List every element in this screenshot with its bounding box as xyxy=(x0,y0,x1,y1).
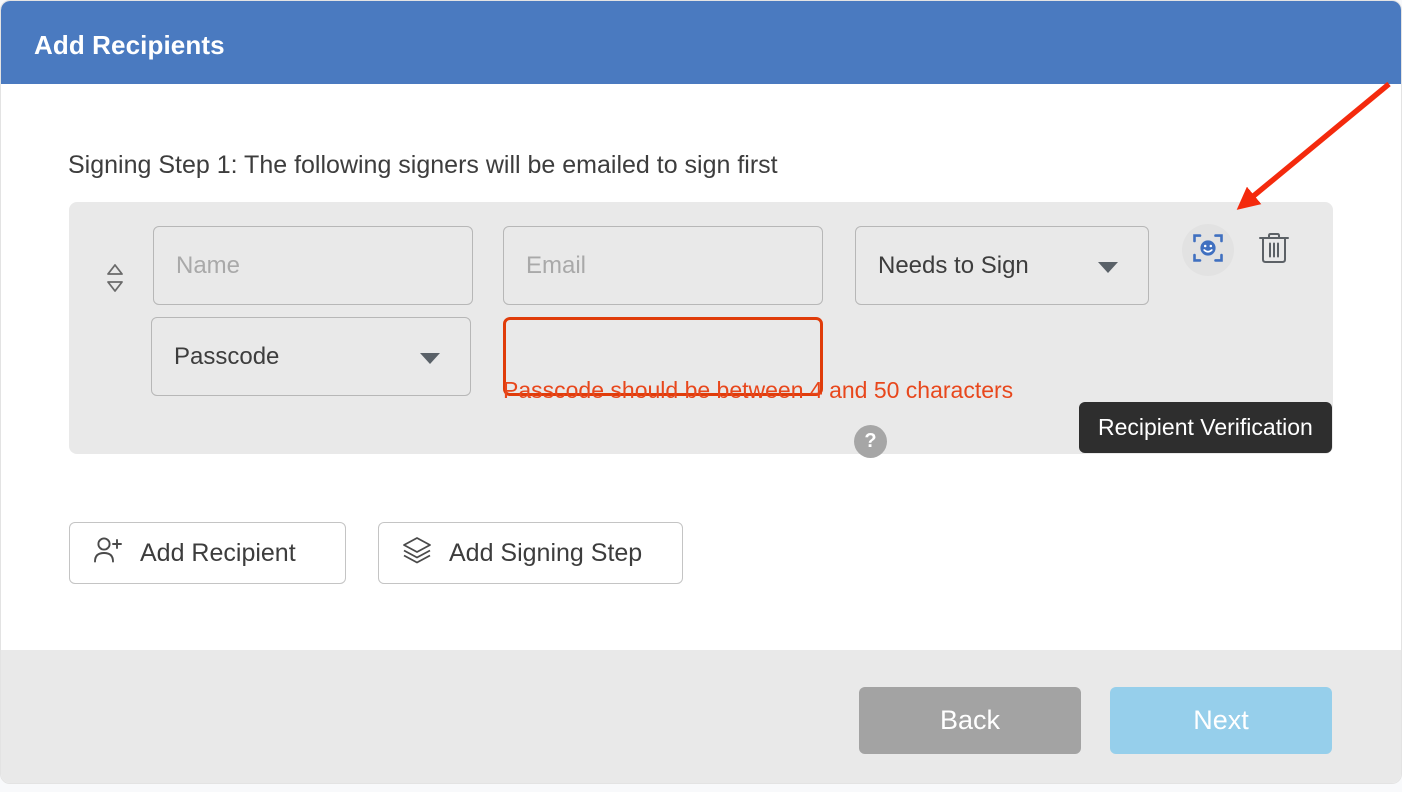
next-button[interactable]: Next xyxy=(1110,687,1332,754)
add-recipient-button[interactable]: Add Recipient xyxy=(69,522,346,584)
add-recipient-label: Add Recipient xyxy=(140,538,296,567)
modal-footer: Back Next xyxy=(1,650,1401,783)
add-recipients-modal: Add Recipients Signing Step 1: The follo… xyxy=(0,0,1402,784)
recipient-role-value: Needs to Sign xyxy=(878,251,1029,279)
chevron-down-icon xyxy=(1098,262,1118,273)
chevron-down-icon xyxy=(420,353,440,364)
face-scan-icon xyxy=(1192,232,1224,269)
add-signing-step-label: Add Signing Step xyxy=(449,538,643,567)
recipient-name-input[interactable] xyxy=(153,226,473,305)
layers-icon xyxy=(401,535,433,572)
add-signing-step-button[interactable]: Add Signing Step xyxy=(378,522,683,584)
recipient-role-select[interactable]: Needs to Sign xyxy=(855,226,1149,305)
recipient-email-input[interactable] xyxy=(503,226,823,305)
modal-header: Add Recipients xyxy=(1,1,1401,84)
user-plus-icon xyxy=(92,535,124,572)
passcode-type-select[interactable]: Passcode xyxy=(151,317,471,396)
recipient-verification-tooltip: Recipient Verification xyxy=(1079,402,1332,453)
sort-updown-icon[interactable] xyxy=(102,262,128,294)
passcode-error-message: Passcode should be between 4 and 50 char… xyxy=(503,377,1014,403)
question-mark-icon[interactable]: ? xyxy=(854,425,887,458)
passcode-type-value: Passcode xyxy=(174,342,280,370)
modal-body: Signing Step 1: The following signers wi… xyxy=(1,84,1401,650)
modal-title: Add Recipients xyxy=(34,30,225,60)
recipient-verification-button[interactable] xyxy=(1182,224,1234,276)
signing-step-heading: Signing Step 1: The following signers wi… xyxy=(68,151,778,179)
back-button[interactable]: Back xyxy=(859,687,1081,754)
trash-icon xyxy=(1257,230,1291,271)
delete-recipient-button[interactable] xyxy=(1251,226,1297,274)
